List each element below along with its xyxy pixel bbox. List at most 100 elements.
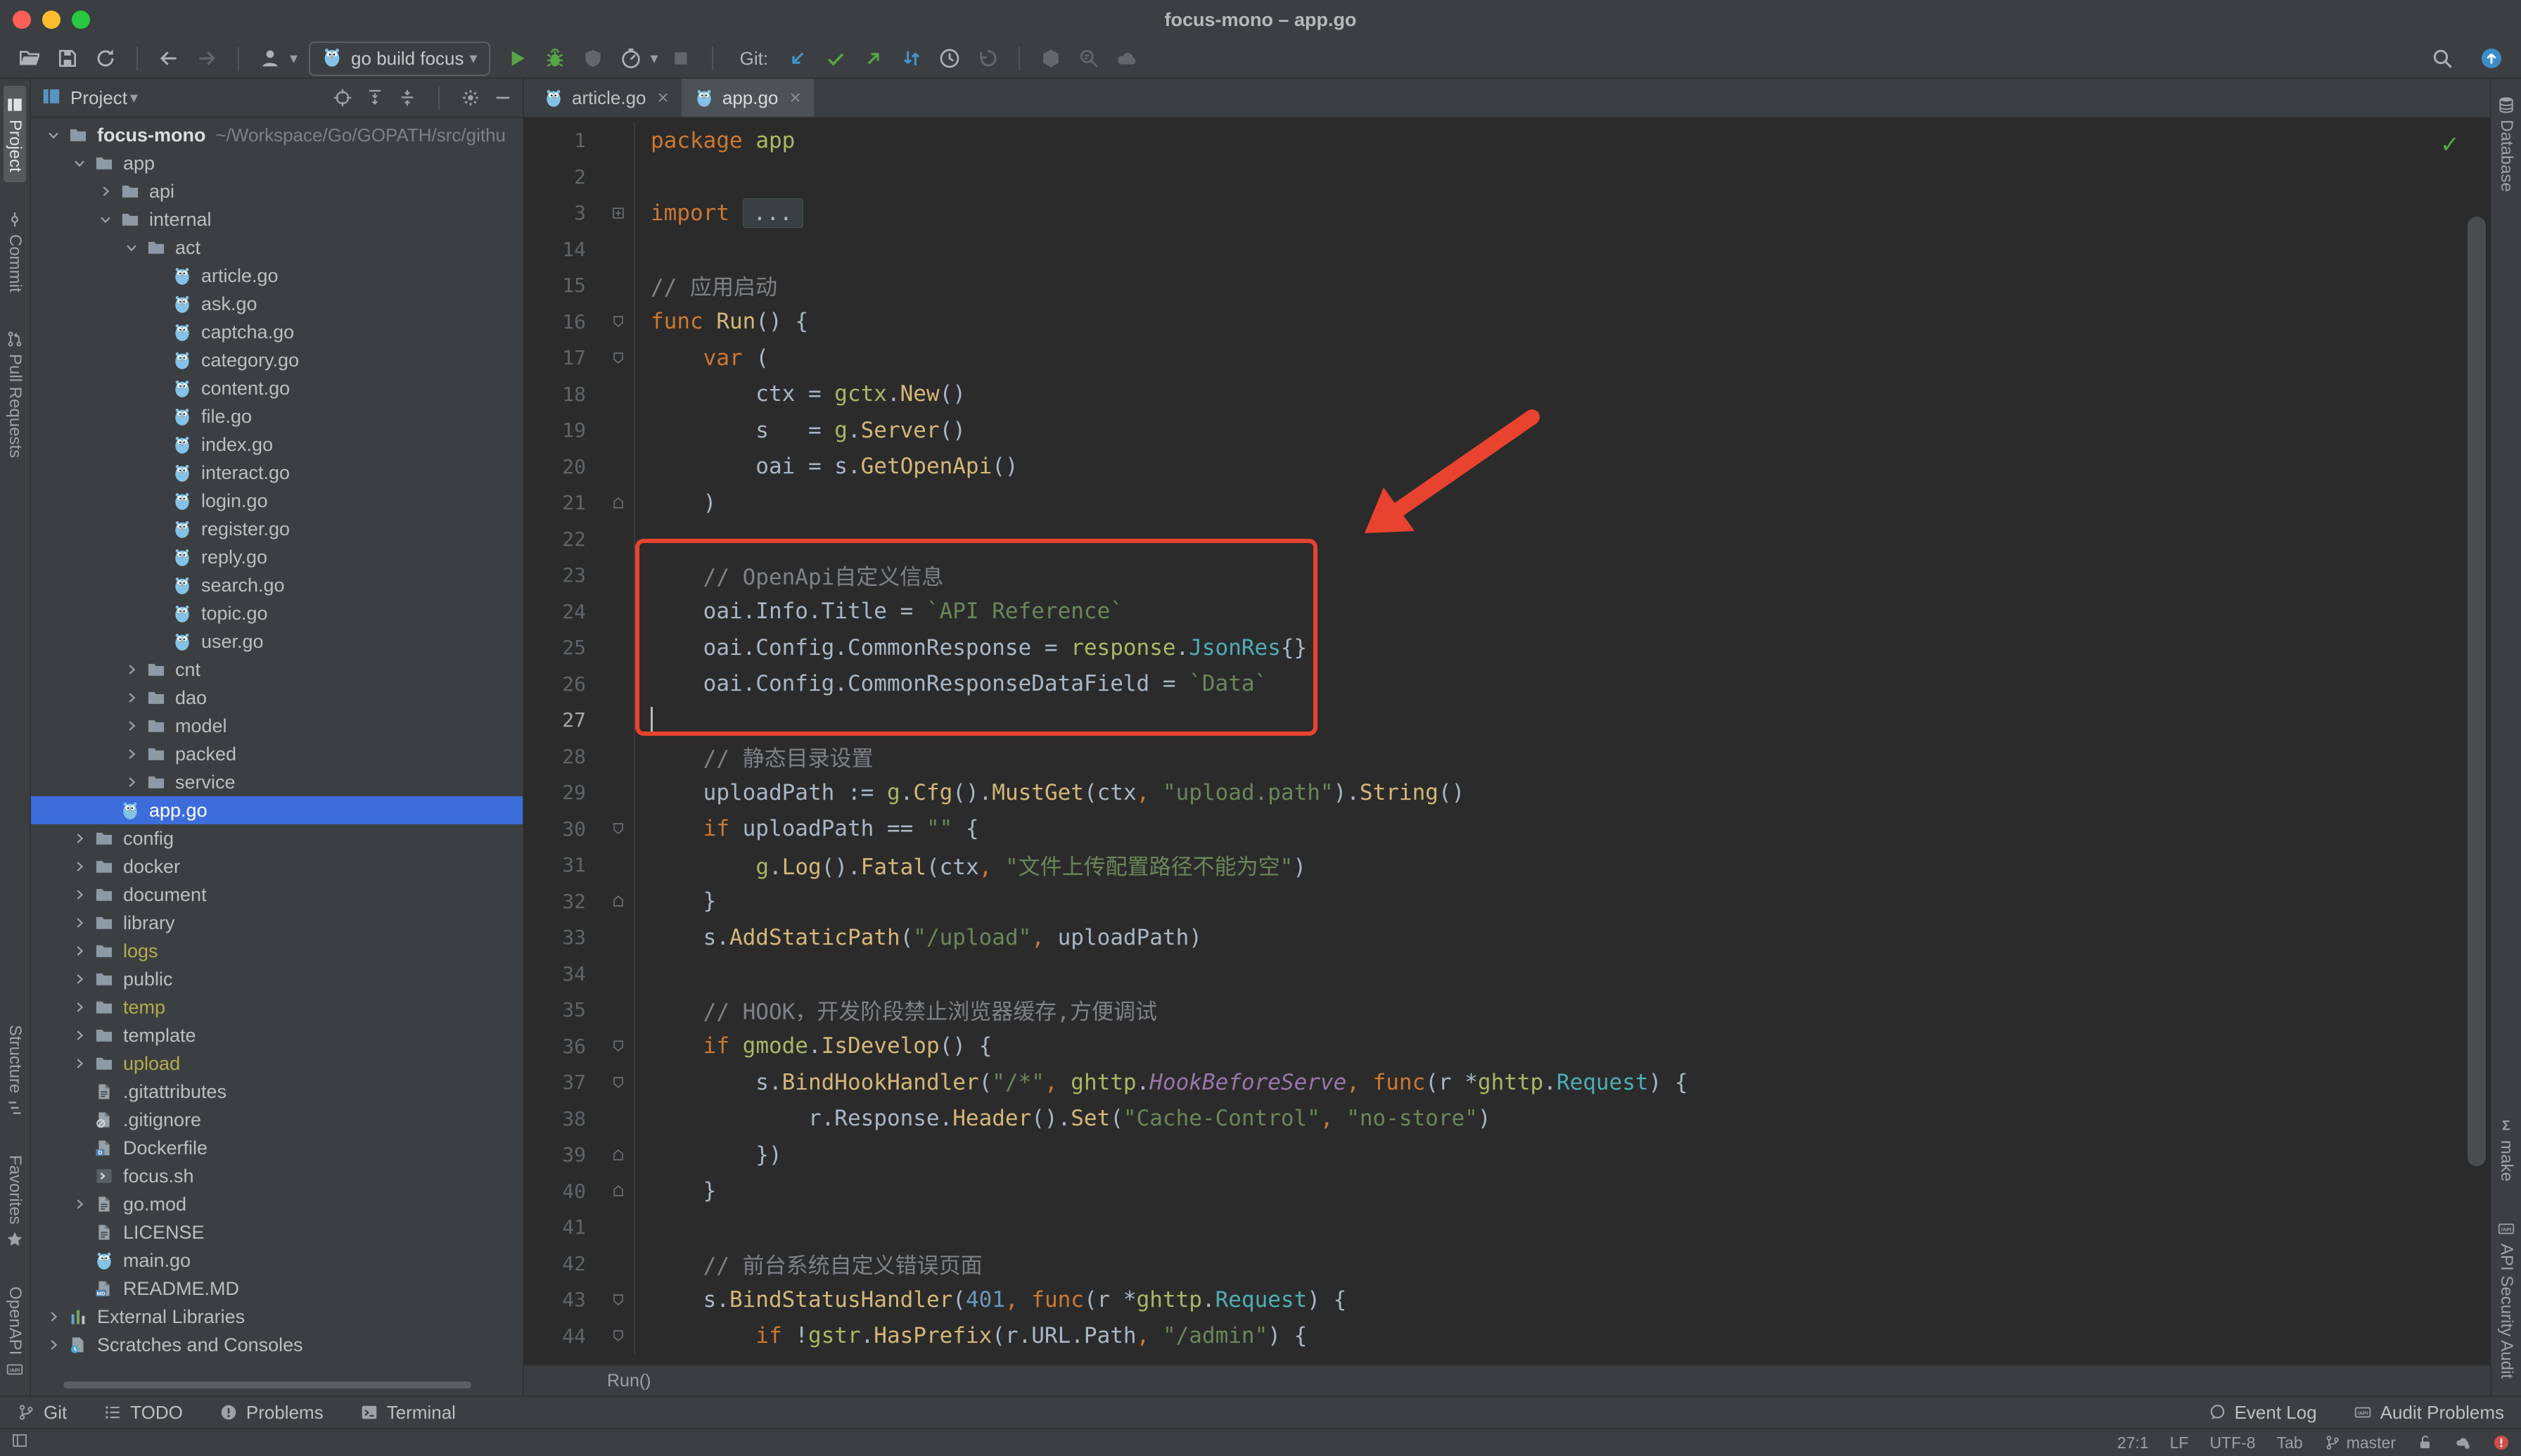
status-line-separator[interactable]: LF bbox=[2170, 1433, 2189, 1452]
git-push-icon[interactable] bbox=[858, 43, 889, 74]
code-line-23[interactable]: 23 // OpenApi自定义信息 bbox=[524, 557, 2490, 594]
unlock-icon[interactable] bbox=[2417, 1434, 2434, 1451]
fold-down-icon[interactable] bbox=[603, 340, 635, 376]
code-line-36[interactable]: 36 if gmode.IsDevelop() { bbox=[524, 1028, 2490, 1065]
chevron-right-icon[interactable] bbox=[119, 774, 144, 790]
tool-window-button-terminal[interactable]: Terminal bbox=[360, 1402, 456, 1424]
chevron-down-icon[interactable]: ▾ bbox=[651, 49, 658, 68]
code-line-14[interactable]: 14 bbox=[524, 231, 2490, 268]
tool-window-button-commit[interactable]: Commit bbox=[4, 200, 26, 302]
editor-tab-app.go[interactable]: app.go× bbox=[682, 79, 814, 117]
code-line-28[interactable]: 28 // 静态目录设置 bbox=[524, 739, 2490, 775]
tool-window-button-favorites[interactable]: Favorites bbox=[4, 1145, 26, 1258]
code-line-34[interactable]: 34 bbox=[524, 956, 2490, 992]
tree-item-public[interactable]: public bbox=[31, 965, 523, 993]
tool-window-button-api-security-audit[interactable]: /APIAPI Security Audit bbox=[2495, 1210, 2517, 1388]
run-configuration-select[interactable]: go build focus ▾ bbox=[309, 41, 490, 76]
tree-item-internal[interactable]: internal bbox=[31, 205, 523, 234]
code-line-39[interactable]: 39 }) bbox=[524, 1137, 2490, 1173]
fold-up-icon[interactable] bbox=[603, 883, 635, 920]
tree-item-external-libraries[interactable]: External Libraries bbox=[31, 1303, 523, 1331]
tree-item-dockerfile[interactable]: DDockerfile bbox=[31, 1134, 523, 1162]
fold-down-icon[interactable] bbox=[603, 1028, 635, 1065]
fold-down-icon[interactable] bbox=[603, 811, 635, 848]
code-line-32[interactable]: 32 } bbox=[524, 883, 2490, 920]
layout-icon[interactable] bbox=[11, 1432, 28, 1449]
user-icon[interactable] bbox=[255, 43, 286, 74]
tree-item-.gitattributes[interactable]: .gitattributes bbox=[31, 1078, 523, 1106]
code-line-24[interactable]: 24 oai.Info.Title = `API Reference` bbox=[524, 594, 2490, 630]
code-line-44[interactable]: 44 if !gstr.HasPrefix(r.URL.Path, "/admi… bbox=[524, 1318, 2490, 1355]
code-line-18[interactable]: 18 ctx = gctx.New() bbox=[524, 376, 2490, 413]
rollback-icon[interactable] bbox=[972, 43, 1003, 74]
tree-item-article.go[interactable]: article.go bbox=[31, 262, 523, 290]
chevron-right-icon[interactable] bbox=[67, 1028, 92, 1043]
tree-item-scratches-and-consoles[interactable]: Scratches and Consoles bbox=[31, 1331, 523, 1359]
tool-window-button-audit-problems[interactable]: /APIAudit Problems bbox=[2354, 1402, 2504, 1424]
chevron-right-icon[interactable] bbox=[119, 662, 144, 677]
tree-item-go.mod[interactable]: go.mod bbox=[31, 1190, 523, 1218]
code-line-27[interactable]: 27 bbox=[524, 702, 2490, 739]
search-icon[interactable] bbox=[2427, 43, 2458, 74]
chevron-down-icon[interactable]: ▾ bbox=[130, 89, 138, 107]
code-line-16[interactable]: 16func Run() { bbox=[524, 304, 2490, 340]
project-panel-title[interactable]: Project bbox=[70, 87, 127, 109]
tree-item-logs[interactable]: logs bbox=[31, 937, 523, 965]
history-icon[interactable] bbox=[934, 43, 965, 74]
open-folder-icon[interactable] bbox=[14, 43, 45, 74]
tool-window-button-structure[interactable]: Structure bbox=[4, 1015, 26, 1127]
chevron-right-icon[interactable] bbox=[67, 831, 92, 846]
breadcrumb[interactable]: Run() bbox=[524, 1365, 2490, 1396]
editor-tab-article.go[interactable]: article.go× bbox=[531, 79, 682, 117]
sync-icon[interactable] bbox=[90, 43, 121, 74]
tree-item-focus.sh[interactable]: focus.sh bbox=[31, 1162, 523, 1190]
coverage-icon[interactable] bbox=[577, 43, 608, 74]
chevron-right-icon[interactable] bbox=[119, 746, 144, 762]
debug-icon[interactable] bbox=[540, 43, 570, 74]
horizontal-scrollbar[interactable] bbox=[63, 1381, 471, 1388]
tree-item-document[interactable]: document bbox=[31, 881, 523, 909]
tree-item-file.go[interactable]: file.go bbox=[31, 402, 523, 430]
code-line-37[interactable]: 37 s.BindHookHandler("/*", ghttp.HookBef… bbox=[524, 1064, 2490, 1101]
chevron-right-icon[interactable] bbox=[67, 859, 92, 874]
tree-item-search.go[interactable]: search.go bbox=[31, 571, 523, 599]
tool-window-button-make[interactable]: Σmake bbox=[2495, 1106, 2517, 1192]
status-file-encoding[interactable]: UTF-8 bbox=[2209, 1433, 2255, 1452]
tool-window-button-event-log[interactable]: Event Log bbox=[2208, 1402, 2317, 1424]
code-line-42[interactable]: 42 // 前台系统自定义错误页面 bbox=[524, 1246, 2490, 1282]
code-line-19[interactable]: 19 s = g.Server() bbox=[524, 412, 2490, 449]
cloud-gear-icon[interactable] bbox=[2455, 1434, 2472, 1451]
run-icon[interactable] bbox=[502, 43, 532, 74]
minus-icon[interactable] bbox=[493, 88, 513, 108]
fold-plus-icon[interactable] bbox=[603, 195, 635, 231]
chevron-right-icon[interactable] bbox=[67, 887, 92, 902]
stop-icon[interactable] bbox=[665, 43, 696, 74]
code-area[interactable]: 1package app23import ...1415// 应用启动16fun… bbox=[524, 118, 2490, 1365]
fold-down-icon[interactable] bbox=[603, 1064, 635, 1101]
chevron-right-icon[interactable] bbox=[67, 943, 92, 959]
inspections-ok-icon[interactable]: ✓ bbox=[2442, 128, 2458, 159]
tree-item-api[interactable]: api bbox=[31, 177, 523, 205]
code-line-40[interactable]: 40 } bbox=[524, 1173, 2490, 1210]
git-fetch-icon[interactable] bbox=[896, 43, 927, 74]
chevron-down-icon[interactable] bbox=[67, 155, 92, 171]
breadcrumb-item[interactable]: Run() bbox=[607, 1371, 651, 1391]
fold-down-icon[interactable] bbox=[603, 1318, 635, 1355]
target-icon[interactable] bbox=[333, 88, 352, 108]
tree-item-temp[interactable]: temp bbox=[31, 993, 523, 1021]
fold-up-icon[interactable] bbox=[603, 1137, 635, 1173]
tree-item-dao[interactable]: dao bbox=[31, 684, 523, 712]
chevron-right-icon[interactable] bbox=[119, 718, 144, 734]
collapse-all-icon[interactable] bbox=[397, 88, 417, 108]
tree-item-config[interactable]: config bbox=[31, 824, 523, 852]
code-line-2[interactable]: 2 bbox=[524, 159, 2490, 196]
chevron-down-icon[interactable]: ▾ bbox=[290, 49, 298, 68]
tree-item-upload[interactable]: upload bbox=[31, 1049, 523, 1078]
code-line-21[interactable]: 21 ) bbox=[524, 485, 2490, 521]
tree-item-template[interactable]: template bbox=[31, 1021, 523, 1049]
fold-down-icon[interactable] bbox=[603, 1282, 635, 1318]
tree-item-main.go[interactable]: main.go bbox=[31, 1246, 523, 1275]
update-circle-icon[interactable] bbox=[2476, 43, 2507, 74]
save-icon[interactable] bbox=[52, 43, 83, 74]
chevron-right-icon[interactable] bbox=[41, 1309, 66, 1324]
